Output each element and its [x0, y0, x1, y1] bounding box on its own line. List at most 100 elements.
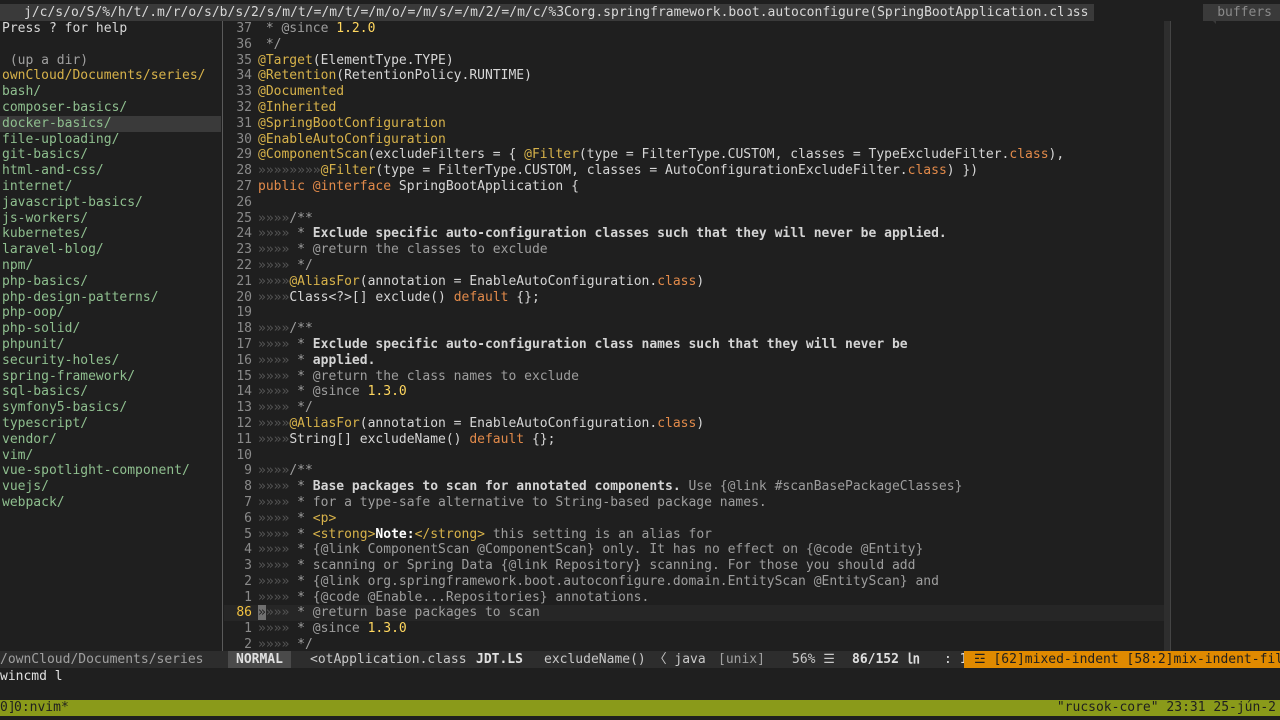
tree-item[interactable]: spring-framework/ [0, 369, 221, 385]
tab-path[interactable]: j/c/s/o/S/%/h/t/.m/r/o/s/b/s/2/s/m/t/=/m… [0, 4, 1095, 21]
buffers-label[interactable]: buffers [1203, 4, 1280, 21]
code-token: SpringBootApplication { [398, 178, 579, 194]
line-number: 11 [236, 431, 252, 447]
code-line[interactable]: 36 */ [224, 37, 1164, 53]
code-line[interactable]: 30 @EnableAutoConfiguration [224, 132, 1164, 148]
tmux-window[interactable]: 0:nvim* [14, 700, 69, 716]
code-line[interactable]: 22 »»»» */ [224, 258, 1164, 274]
tree-item[interactable]: vim/ [0, 448, 221, 464]
code-line[interactable]: 15 »»»» * @return the class names to excl… [224, 369, 1164, 385]
tree-item[interactable]: javascript-basics/ [0, 195, 221, 211]
tree-item[interactable]: vuejs/ [0, 479, 221, 495]
tree-item[interactable]: js-workers/ [0, 211, 221, 227]
code-line[interactable]: 3 »»»» * scanning or Spring Data {@link R… [224, 558, 1164, 574]
code-line[interactable]: 35 @Target(ElementType.TYPE) [224, 53, 1164, 69]
code-line[interactable]: 31 @SpringBootConfiguration [224, 116, 1164, 132]
tree-item[interactable]: typescript/ [0, 416, 221, 432]
code-line[interactable]: 86 »»»» * @return base packages to scan [224, 605, 1164, 622]
tree-item[interactable]: webpack/ [0, 495, 221, 511]
tree-item[interactable]: php-basics/ [0, 274, 221, 290]
code-line[interactable]: 26 [224, 195, 1164, 211]
code-line[interactable]: 16 »»»» * applied. [224, 353, 1164, 369]
tree-item[interactable]: vendor/ [0, 432, 221, 448]
code-line[interactable]: 32 @Inherited [224, 100, 1164, 116]
tree-item[interactable]: html-and-css/ [0, 163, 221, 179]
tree-item[interactable]: docker-basics/ [0, 115, 221, 132]
line-number: 2 [244, 573, 252, 589]
code-token: */ [258, 36, 282, 52]
tree-help: Press ? for help [2, 21, 128, 36]
status-function: excludeName() 〈 java [544, 652, 706, 667]
code-line[interactable]: 7 »»»» * for a type-safe alternative to S… [224, 495, 1164, 511]
code-token: (type = FilterType.CUSTOM, classes = Aut… [375, 163, 908, 179]
code-line[interactable]: 28 »»»»»»»»@Filter(type = FilterType.CUST… [224, 163, 1164, 179]
line-number: 17 [236, 336, 252, 352]
line-number: 29 [236, 147, 252, 163]
code-line[interactable]: 10 [224, 448, 1164, 464]
line-number: 28 [236, 163, 252, 179]
tree-root[interactable]: ownCloud/Documents/series/ [0, 68, 221, 84]
code-line[interactable]: 20 »»»»Class<?>[] exclude() default {}; [224, 290, 1164, 306]
tree-item[interactable]: php-design-patterns/ [0, 290, 221, 306]
code-line[interactable]: 23 »»»» * @return the classes to exclude [224, 242, 1164, 258]
tree-item[interactable]: php-solid/ [0, 321, 221, 337]
tree-item[interactable]: composer-basics/ [0, 100, 221, 116]
tree-item[interactable]: php-oop/ [0, 305, 221, 321]
tree-item[interactable]: sql-basics/ [0, 384, 221, 400]
code-editor[interactable]: 37 * @since 1.2.0 36 */35 @Target(ElementT… [224, 21, 1164, 651]
tree-item[interactable]: phpunit/ [0, 337, 221, 353]
code-line[interactable]: 4 »»»» * {@link ComponentScan @ComponentS… [224, 542, 1164, 558]
code-line[interactable]: 17 »»»» * Exclude specific auto-configura… [224, 337, 1164, 353]
code-line[interactable]: 25 »»»»/** [224, 211, 1164, 227]
code-token: »»»» [258, 573, 298, 589]
line-number: 31 [236, 115, 252, 131]
code-line[interactable]: 19 [224, 305, 1164, 321]
code-line[interactable]: 1 »»»» * {@code @Enable...Repositories} a… [224, 590, 1164, 606]
code-line[interactable]: 33 @Documented [224, 84, 1164, 100]
line-number: 9 [244, 463, 252, 479]
code-line[interactable]: 21 »»»»@AliasFor(annotation = EnableAutoC… [224, 274, 1164, 290]
code-line[interactable]: 8 »»»» * Base packages to scan for annota… [224, 479, 1164, 495]
code-token: @Documented [258, 84, 345, 100]
code-line[interactable]: 2 »»»» * {@link org.springframework.boot.… [224, 574, 1164, 590]
code-line[interactable]: 6 »»»» * <p> [224, 511, 1164, 527]
code-line[interactable]: 29 @ComponentScan(excludeFilters = { @Fil… [224, 147, 1164, 163]
code-line[interactable]: 18 »»»»/** [224, 321, 1164, 337]
code-token: * @since [297, 384, 368, 400]
code-token: @SpringBootConfiguration [258, 115, 446, 131]
line-number: 3 [244, 558, 252, 574]
tree-item[interactable]: file-uploading/ [0, 132, 221, 148]
tree-item[interactable]: kubernetes/ [0, 226, 221, 242]
code-line[interactable]: 9 »»»»/** [224, 463, 1164, 479]
tree-item[interactable]: vue-spotlight-component/ [0, 463, 221, 479]
code-line[interactable]: 5 »»»» * <strong>Note:</strong> this sett… [224, 527, 1164, 543]
code-line[interactable]: 1 »»»» * @since 1.3.0 [224, 621, 1164, 637]
tree-up-dir[interactable]: (up a dir) [0, 53, 221, 69]
status-lsp: JDT.LS [476, 652, 523, 667]
tree-item[interactable]: bash/ [0, 84, 221, 100]
tree-item[interactable]: symfony5-basics/ [0, 400, 221, 416]
code-line[interactable]: 14 »»»» * @since 1.3.0 [224, 384, 1164, 400]
cursor: » [258, 605, 266, 621]
tabline: j/c/s/o/S/%/h/t/.m/r/o/s/b/s/2/s/m/t/=/m… [0, 4, 1280, 24]
vertical-split[interactable] [222, 21, 223, 651]
code-token: @Filter [524, 147, 579, 163]
tree-item[interactable]: git-basics/ [0, 147, 221, 163]
code-line[interactable]: 12 »»»»@AliasFor(annotation = EnableAutoC… [224, 416, 1164, 432]
code-line[interactable]: 27 public @interface SpringBootApplicatio… [224, 179, 1164, 195]
tree-item[interactable]: internet/ [0, 179, 221, 195]
tree-item[interactable]: npm/ [0, 258, 221, 274]
code-line[interactable]: 13 »»»» */ [224, 400, 1164, 416]
code-line[interactable]: 24 »»»» * Exclude specific auto-configura… [224, 226, 1164, 242]
tree-item[interactable]: laravel-blog/ [0, 242, 221, 258]
code-token: {}; [524, 431, 556, 447]
code-line[interactable]: 2 »»»» */ [224, 637, 1164, 651]
code-line[interactable]: 11 »»»»String[] excludeName() default {}; [224, 432, 1164, 448]
code-line[interactable]: 37 * @since 1.2.0 [224, 21, 1164, 37]
command-line[interactable]: wincmd l [0, 668, 1280, 685]
code-token: </strong> [414, 526, 486, 542]
right-split [1170, 21, 1171, 651]
tree-item[interactable]: security-holes/ [0, 353, 221, 369]
code-line[interactable]: 34 @Retention(RetentionPolicy.RUNTIME) [224, 68, 1164, 84]
code-token: applied. [312, 352, 376, 368]
